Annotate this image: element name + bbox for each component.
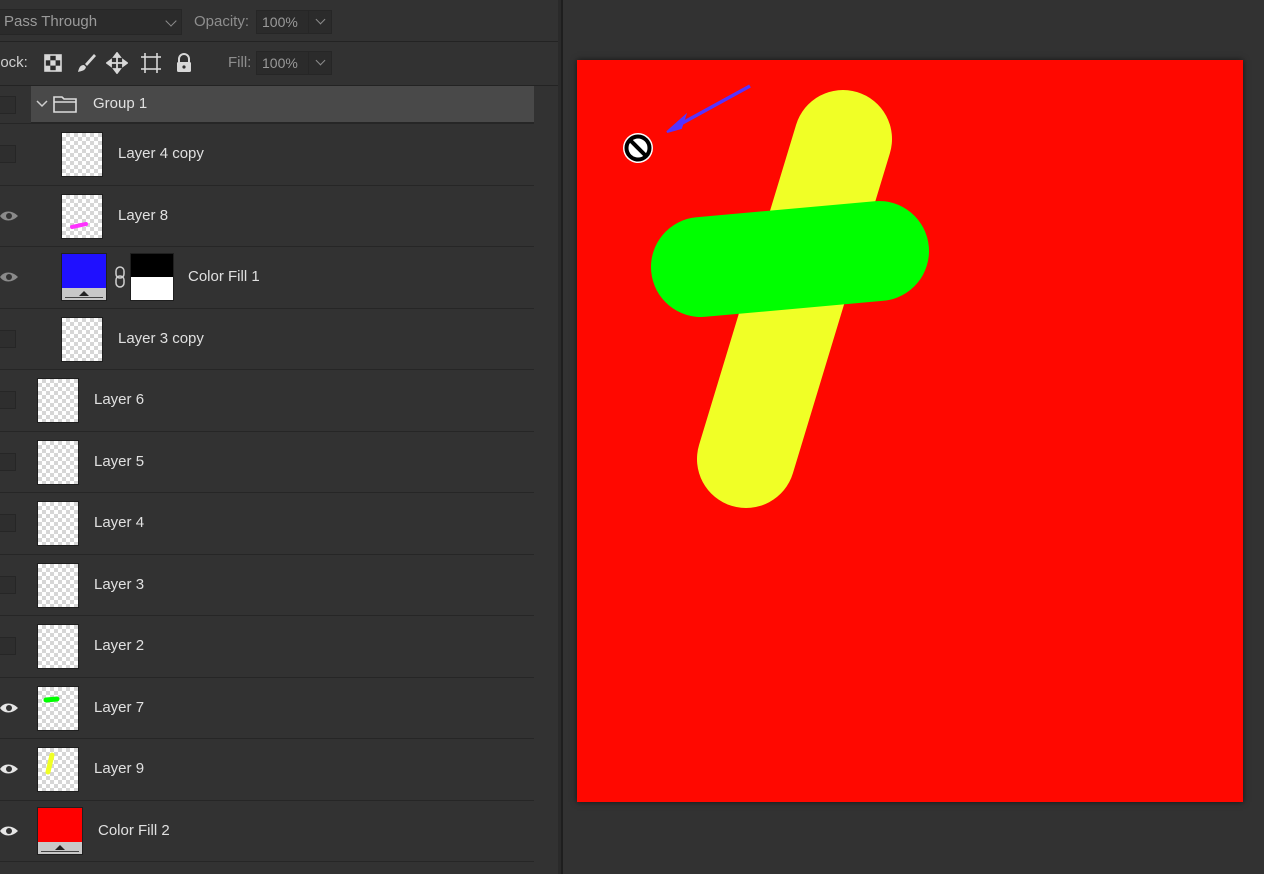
layer-row[interactable]: Layer 3 copy (0, 308, 534, 370)
visibility-off-box[interactable] (0, 145, 16, 164)
layer-row[interactable]: Color Fill 2 (0, 800, 534, 862)
layer-name: Layer 2 (94, 637, 145, 655)
blend-opacity-row: Pass Through Opacity: 100% (0, 0, 558, 42)
visibility-off-box[interactable] (0, 452, 16, 471)
red-fill-layer (577, 60, 1243, 802)
eye-icon[interactable] (0, 701, 20, 715)
chevron-down-icon (165, 15, 177, 27)
layer-row[interactable]: Color Fill 1 (0, 247, 534, 309)
eye-icon[interactable] (0, 209, 20, 223)
layer-thumbnail (37, 439, 79, 485)
fill-thumbnail (37, 806, 83, 855)
mask-thumbnail[interactable] (130, 253, 174, 301)
blend-mode-select[interactable]: Pass Through (0, 9, 182, 35)
eye-icon[interactable] (0, 824, 20, 838)
fill-field[interactable]: 100% (256, 51, 332, 75)
visibility-toggle[interactable] (0, 86, 20, 123)
fill-thumbnail (61, 253, 107, 301)
layer-name: Color Fill 2 (98, 821, 170, 839)
visibility-toggle[interactable] (0, 309, 20, 370)
layer-thumbnail (61, 316, 103, 362)
visibility-off-box[interactable] (0, 95, 16, 114)
visibility-toggle[interactable] (0, 370, 20, 431)
layers-panel: Pass Through Opacity: 100% Lock: Fill: 1… (0, 0, 558, 874)
layer-group-1[interactable]: Group 1 (31, 86, 534, 123)
lock-label: Lock: (0, 54, 28, 71)
layer-row[interactable]: Layer 5 (0, 431, 534, 493)
layer-name: Layer 4 (94, 514, 145, 532)
visibility-off-box[interactable] (0, 575, 16, 594)
layer-name: Layer 8 (118, 206, 169, 224)
layer-row[interactable]: Layer 4 (0, 493, 534, 555)
layer-name: Layer 4 copy (118, 145, 204, 163)
visibility-toggle[interactable] (0, 432, 20, 493)
layer-row[interactable]: Layer 4 copy (0, 124, 534, 186)
layer-thumbnail (37, 378, 79, 423)
layer-thumbnail (37, 624, 79, 669)
layer-row[interactable]: Layer 2 (0, 616, 534, 678)
layer-name: Layer 3 copy (118, 329, 204, 347)
layer-name: Layer 5 (94, 452, 145, 470)
document-canvas[interactable] (577, 60, 1243, 802)
layer-row[interactable]: Layer 9 (0, 739, 534, 801)
layer-thumbnail (61, 132, 103, 177)
visibility-off-box[interactable] (0, 514, 16, 533)
layer-thumbnail (37, 685, 79, 731)
layer-row[interactable]: Layer 8 (0, 185, 534, 247)
eye-icon[interactable] (0, 270, 20, 284)
layer-name: Layer 7 (94, 698, 145, 716)
visibility-off-box[interactable] (0, 391, 16, 410)
lock-all-icon[interactable] (173, 52, 195, 74)
not-allowed-icon (623, 133, 653, 163)
layer-row[interactable]: Layer 3 (0, 554, 534, 616)
lock-image-pixels-icon[interactable] (75, 52, 97, 74)
fill-label: Fill: (228, 54, 252, 71)
lock-artboard-icon[interactable] (140, 52, 162, 74)
layer-thumbnail (37, 501, 79, 546)
layer-thumbnail (37, 747, 79, 792)
visibility-toggle[interactable] (0, 616, 20, 677)
layer-name: Layer 9 (94, 760, 145, 778)
visibility-off-box[interactable] (0, 637, 16, 656)
layer-row[interactable]: Layer 7 (0, 677, 534, 739)
chevron-down-icon[interactable] (315, 14, 326, 25)
green-brush-stroke (651, 201, 929, 317)
fill-value: 100% (262, 55, 298, 71)
layer-name: Color Fill 1 (188, 268, 260, 286)
layer-list: Group 1 Layer 4 copy Layer 8 Color Fill … (0, 86, 534, 862)
opacity-value: 100% (262, 14, 298, 30)
layer-thumbnail (61, 193, 103, 239)
visibility-toggle[interactable] (0, 555, 20, 616)
chevron-down-icon[interactable] (36, 99, 48, 109)
layer-name: Layer 3 (94, 575, 145, 593)
eye-icon[interactable] (0, 762, 20, 776)
canvas-artwork[interactable] (577, 60, 1243, 802)
layer-row[interactable]: Layer 6 (0, 370, 534, 432)
visibility-toggle[interactable] (0, 124, 20, 185)
layer-name: Layer 6 (94, 391, 145, 409)
chevron-down-icon[interactable] (315, 55, 326, 66)
layer-thumbnail (37, 562, 79, 608)
chain-link-icon[interactable] (114, 265, 126, 289)
blend-mode-value: Pass Through (4, 13, 98, 30)
opacity-label: Opacity: (194, 13, 250, 30)
lock-transparent-pixels-icon[interactable] (42, 52, 64, 74)
visibility-toggle[interactable] (0, 493, 20, 554)
folder-icon (53, 96, 77, 113)
visibility-off-box[interactable] (0, 329, 16, 348)
opacity-field[interactable]: 100% (256, 10, 332, 34)
lock-position-icon[interactable] (106, 52, 128, 74)
layer-name: Group 1 (93, 95, 148, 112)
